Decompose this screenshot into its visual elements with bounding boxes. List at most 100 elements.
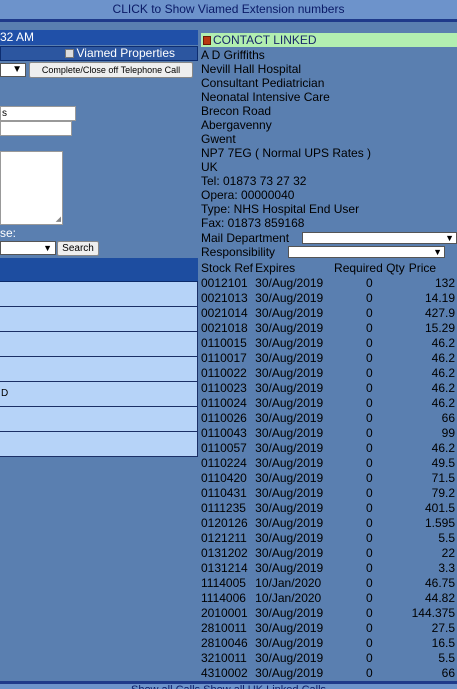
contact-opera-id: Opera: 00000040 [201,188,295,202]
table-row[interactable]: 0110224 30/Aug/2019 0 49.5 [201,455,457,470]
table-row[interactable]: 0012101 30/Aug/2019 0 132 [201,275,457,290]
expires-cell: 30/Aug/2019 [255,500,324,515]
required-qty-cell: 0 [366,380,373,395]
price-cell: 14.19 [424,290,455,305]
contact-fax: Fax: 01873 859168 [201,216,305,230]
contact-town: Abergavenny [201,118,272,132]
table-row[interactable]: 3210011 30/Aug/2019 0 5.5 [201,650,457,665]
table-row[interactable]: 2810046 30/Aug/2019 0 16.5 [201,635,457,650]
expires-cell: 10/Jan/2020 [255,575,322,590]
notes-textarea[interactable]: ◢ [0,151,63,225]
call-type-select[interactable]: ▼ [0,63,26,77]
expires-cell: 30/Aug/2019 [255,395,324,410]
stock-ref-cell: 0131214 [201,560,248,575]
table-row[interactable]: 0110420 30/Aug/2019 0 71.5 [201,470,457,485]
required-qty-cell: 0 [366,635,373,650]
search-button[interactable]: Search [57,241,99,256]
required-qty-cell: 0 [366,500,373,515]
table-row[interactable]: 0121211 30/Aug/2019 0 5.5 [201,530,457,545]
search-type-select[interactable]: ▼ [0,241,56,255]
expires-cell: 30/Aug/2019 [255,455,324,470]
price-cell: 99 [441,425,455,440]
price-cell: 71.5 [431,470,455,485]
table-row[interactable]: 0111235 30/Aug/2019 0 401.5 [201,500,457,515]
price-cell: 1.595 [424,515,455,530]
price-cell: 46.2 [431,365,455,380]
expires-cell: 30/Aug/2019 [255,365,324,380]
stock-ref-cell: 0012101 [201,275,248,290]
table-row[interactable]: 4310002 30/Aug/2019 0 66 [201,665,457,680]
list-item[interactable] [0,307,198,332]
table-row[interactable]: 0021018 30/Aug/2019 0 15.29 [201,320,457,335]
price-cell: 49.5 [431,455,455,470]
contact-linked-heading: CONTACT LINKED [201,33,457,47]
col-expires: Expires [255,260,296,275]
stock-ref-cell: 0121211 [201,530,247,545]
required-qty-cell: 0 [366,665,373,680]
expires-cell: 30/Aug/2019 [255,515,324,530]
table-row[interactable]: 0110057 30/Aug/2019 0 46.2 [201,440,457,455]
table-row[interactable]: 1114005 10/Jan/2020 0 46.75 [201,575,457,590]
table-row[interactable]: 0120126 30/Aug/2019 0 1.595 [201,515,457,530]
table-row[interactable]: 1114006 10/Jan/2020 0 44.82 [201,590,457,605]
expires-cell: 30/Aug/2019 [255,350,324,365]
stock-table-header: Stock Ref Expires Required Qty Price [201,260,457,275]
price-cell: 46.2 [431,440,455,455]
mail-department-select[interactable]: ▼ [302,232,457,244]
contact-country: UK [201,160,218,174]
list-item[interactable] [0,357,198,382]
time-display: 32 AM [0,30,198,45]
price-cell: 132 [434,275,455,290]
required-qty-cell: 0 [366,470,373,485]
responsibility-select[interactable]: ▼ [288,246,445,258]
search-field-2[interactable] [0,121,72,136]
complete-call-button[interactable]: Complete/Close off Telephone Call [29,62,193,78]
results-header [0,258,198,282]
price-cell: 22 [441,545,455,560]
search-field-1[interactable]: s [0,106,76,121]
col-required-qty: Required Qty [334,260,405,275]
table-row[interactable]: 0110026 30/Aug/2019 0 66 [201,410,457,425]
show-extensions-link[interactable]: CLICK to Show Viamed Extension numbers [0,0,457,22]
list-item[interactable] [0,407,198,432]
table-row[interactable]: 0021014 30/Aug/2019 0 427.9 [201,305,457,320]
expires-cell: 30/Aug/2019 [255,650,324,665]
contact-postcode: NP7 7EG ( Normal UPS Rates ) [201,146,372,160]
table-row[interactable]: 0110024 30/Aug/2019 0 46.2 [201,395,457,410]
expires-cell: 30/Aug/2019 [255,425,324,440]
price-cell: 3.3 [438,560,455,575]
contact-county: Gwent [201,132,236,146]
table-row[interactable]: 0110022 30/Aug/2019 0 46.2 [201,365,457,380]
list-item[interactable]: D [0,382,198,407]
stock-ref-cell: 0110015 [201,335,247,350]
required-qty-cell: 0 [366,275,373,290]
expires-cell: 30/Aug/2019 [255,635,324,650]
stock-ref-cell: 0110224 [201,455,247,470]
table-row[interactable]: 0110017 30/Aug/2019 0 46.2 [201,350,457,365]
table-row[interactable]: 0110043 30/Aug/2019 0 99 [201,425,457,440]
results-list: D [0,282,198,457]
list-item[interactable] [0,282,198,307]
expires-cell: 30/Aug/2019 [255,440,324,455]
stock-ref-cell: 0021018 [201,320,248,335]
viamed-properties-checkbox[interactable] [64,49,74,59]
table-row[interactable]: 0021013 30/Aug/2019 0 14.19 [201,290,457,305]
table-row[interactable]: 0110023 30/Aug/2019 0 46.2 [201,380,457,395]
table-row[interactable]: 0110015 30/Aug/2019 0 46.2 [201,335,457,350]
list-item[interactable] [0,332,198,357]
stock-ref-cell: 4310002 [201,665,248,680]
table-row[interactable]: 0110431 30/Aug/2019 0 79.2 [201,485,457,500]
table-row[interactable]: 0131214 30/Aug/2019 0 3.3 [201,560,457,575]
viamed-properties-toggle[interactable]: Viamed Properties [0,46,198,61]
resize-grip-icon[interactable]: ◢ [56,216,61,223]
table-row[interactable]: 2810011 30/Aug/2019 0 27.5 [201,620,457,635]
price-cell: 144.375 [411,605,455,620]
table-row[interactable]: 2010001 30/Aug/2019 0 144.375 [201,605,457,620]
price-cell: 79.2 [431,485,455,500]
footer-links[interactable]: Show all Calls Show all UK Linked Calls [0,681,457,689]
stock-table-body: 0012101 30/Aug/2019 0 132 0021013 30/Aug/2019… [201,275,457,680]
list-item[interactable] [0,432,198,457]
table-row[interactable]: 0131202 30/Aug/2019 0 22 [201,545,457,560]
contact-organisation: Nevill Hall Hospital [201,62,302,76]
stock-ref-cell: 0110043 [201,425,247,440]
